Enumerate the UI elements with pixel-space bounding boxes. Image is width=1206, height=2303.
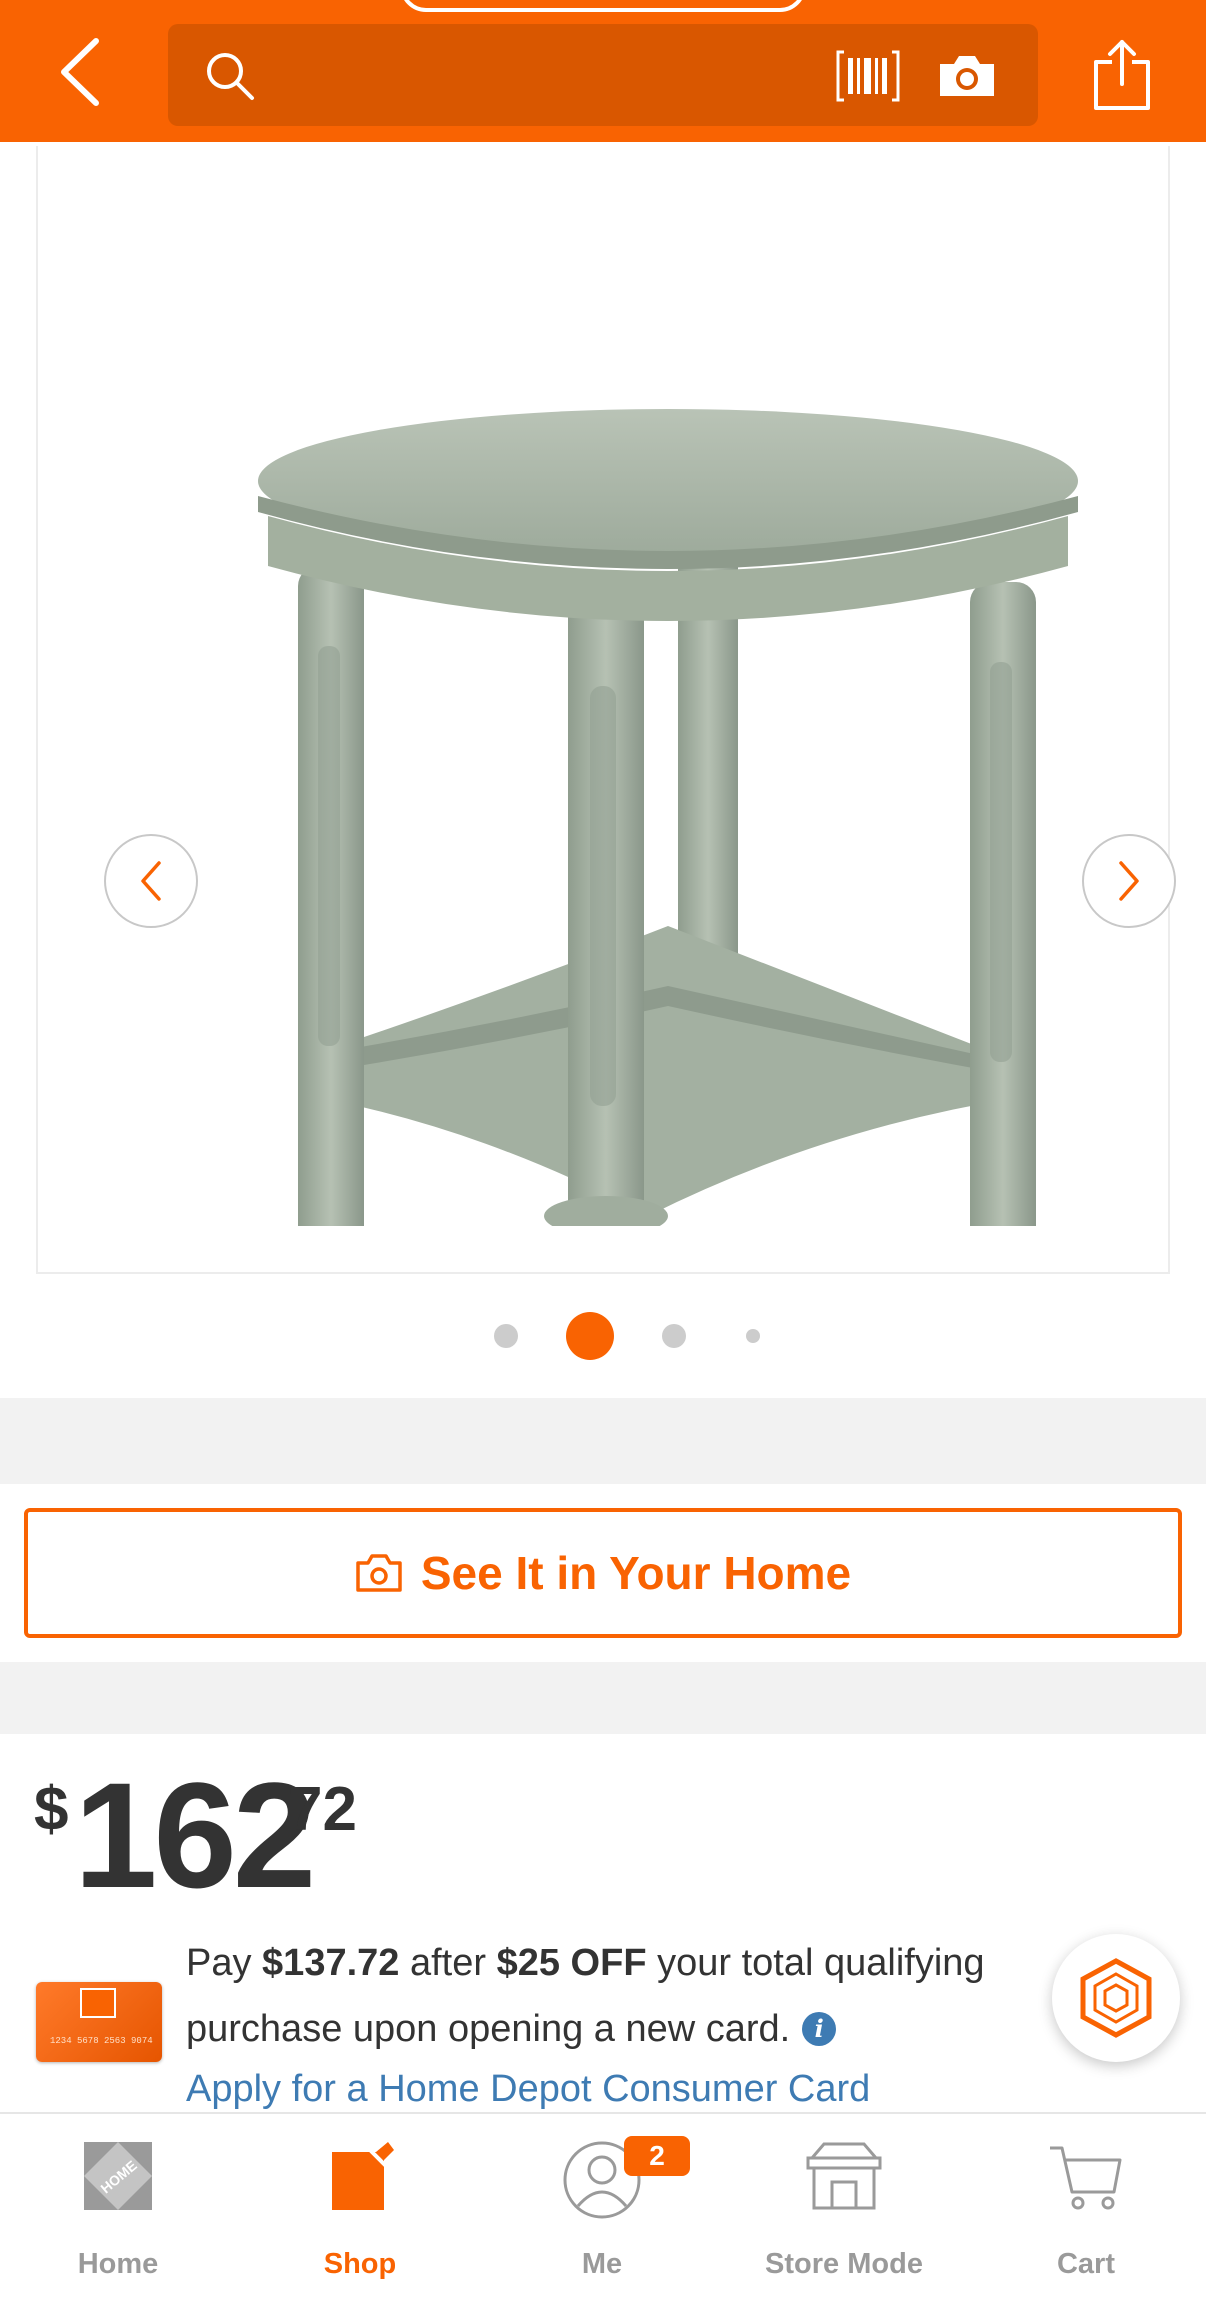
pagination-dot[interactable] bbox=[494, 1324, 518, 1348]
section-divider bbox=[0, 1398, 1206, 1484]
home-depot-logo-icon bbox=[80, 1988, 116, 2018]
barcode-scan-icon[interactable] bbox=[836, 50, 900, 102]
cart-icon bbox=[1050, 2146, 1122, 2210]
price-dollars: 162 bbox=[74, 1751, 316, 1919]
product-image bbox=[258, 409, 1078, 1226]
camera-icon[interactable] bbox=[936, 52, 998, 100]
chevron-left-icon bbox=[141, 861, 161, 901]
chevron-right-icon bbox=[1119, 861, 1139, 901]
store-icon bbox=[806, 2142, 882, 2210]
nav-cart[interactable]: Cart bbox=[976, 2136, 1196, 2286]
notification-badge: 2 bbox=[624, 2136, 690, 2176]
nav-store-mode[interactable]: Store Mode bbox=[734, 2136, 954, 2286]
card-offer-text: Pay $137.72 after $25 OFF your total qua… bbox=[186, 1930, 1086, 2122]
home-depot-logo-icon: HOME bbox=[84, 2142, 152, 2210]
back-button[interactable] bbox=[50, 36, 110, 108]
camera-icon bbox=[356, 1554, 402, 1592]
product-image-gallery[interactable] bbox=[36, 146, 1176, 1274]
dynamic-island-outline bbox=[400, 0, 806, 12]
shop-tag-icon bbox=[332, 2142, 394, 2210]
share-icon[interactable] bbox=[1090, 36, 1154, 114]
top-app-bar bbox=[0, 0, 1206, 142]
see-it-in-your-home-button[interactable]: See It in Your Home bbox=[24, 1508, 1182, 1638]
pagination-dot-active[interactable] bbox=[566, 1312, 614, 1360]
price-cents: 72 bbox=[288, 1775, 357, 1844]
nav-shop[interactable]: Shop bbox=[250, 2136, 470, 2286]
chevron-left-icon bbox=[61, 38, 99, 106]
pagination-dot[interactable] bbox=[662, 1324, 686, 1348]
search-icon bbox=[207, 53, 254, 100]
price-currency: $ bbox=[34, 1775, 69, 1844]
section-divider bbox=[0, 1662, 1206, 1734]
floating-assistant-button[interactable] bbox=[1052, 1934, 1180, 2062]
search-input[interactable] bbox=[168, 24, 1038, 126]
nav-home[interactable]: HOME Home bbox=[8, 2136, 228, 2286]
offer-line-1: Pay $137.72 after $25 OFF your total qua… bbox=[186, 1942, 985, 1984]
bottom-navigation: HOME Home Shop Me 2 Store Mode Cart bbox=[0, 2112, 1206, 2303]
card-number: 1234 5678 2563 9074 bbox=[50, 2036, 153, 2046]
gallery-prev-button[interactable] bbox=[104, 834, 198, 928]
offer-line-2: purchase upon opening a new card. i bbox=[186, 1996, 1086, 2062]
hexagon-logo-icon bbox=[1080, 1958, 1152, 2038]
consumer-card-image: 1234 5678 2563 9074 bbox=[36, 1982, 162, 2062]
pagination-dot[interactable] bbox=[746, 1329, 760, 1343]
see-it-in-your-home-label: See It in Your Home bbox=[420, 1547, 852, 1599]
gallery-next-button[interactable] bbox=[1082, 834, 1176, 928]
info-icon[interactable]: i bbox=[802, 2012, 837, 2046]
gallery-pagination bbox=[0, 1310, 1206, 1360]
